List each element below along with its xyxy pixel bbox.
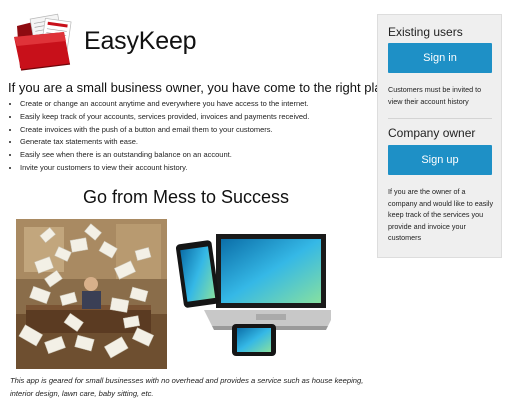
section-title: Go from Mess to Success: [82, 187, 290, 207]
list-item: Create invoices with the push of a butto…: [20, 124, 370, 137]
existing-users-title: Existing users: [388, 25, 463, 39]
brand-name: EasyKeep: [84, 27, 197, 55]
existing-users-note: Customers must be invited to view their …: [388, 85, 482, 106]
red-folder-icon: [14, 13, 72, 71]
feature-list: Create or change an account anytime and …: [8, 98, 370, 175]
list-item: Easily see when there is an outstanding …: [20, 149, 370, 162]
footer-note: This app is geared for small businesses …: [10, 376, 364, 398]
sign-in-button[interactable]: Sign in: [388, 43, 492, 73]
headline: If you are a small business owner, you h…: [8, 80, 399, 95]
devices-icon: [176, 234, 331, 356]
list-item: Generate tax statements with ease.: [20, 136, 370, 149]
list-item: Create or change an account anytime and …: [20, 98, 370, 111]
sign-up-button[interactable]: Sign up: [388, 145, 492, 175]
list-item: Easily keep track of your accounts, serv…: [20, 111, 370, 124]
company-owner-note: If you are the owner of a company and wo…: [388, 187, 494, 242]
list-item: Invite your customers to view their acco…: [20, 162, 370, 175]
company-owner-title: Company owner: [388, 126, 476, 140]
cluttered-office-photo: [16, 219, 167, 369]
sidebar-divider: [388, 118, 492, 119]
sidebar: Existing users Sign in Customers must be…: [377, 14, 502, 258]
